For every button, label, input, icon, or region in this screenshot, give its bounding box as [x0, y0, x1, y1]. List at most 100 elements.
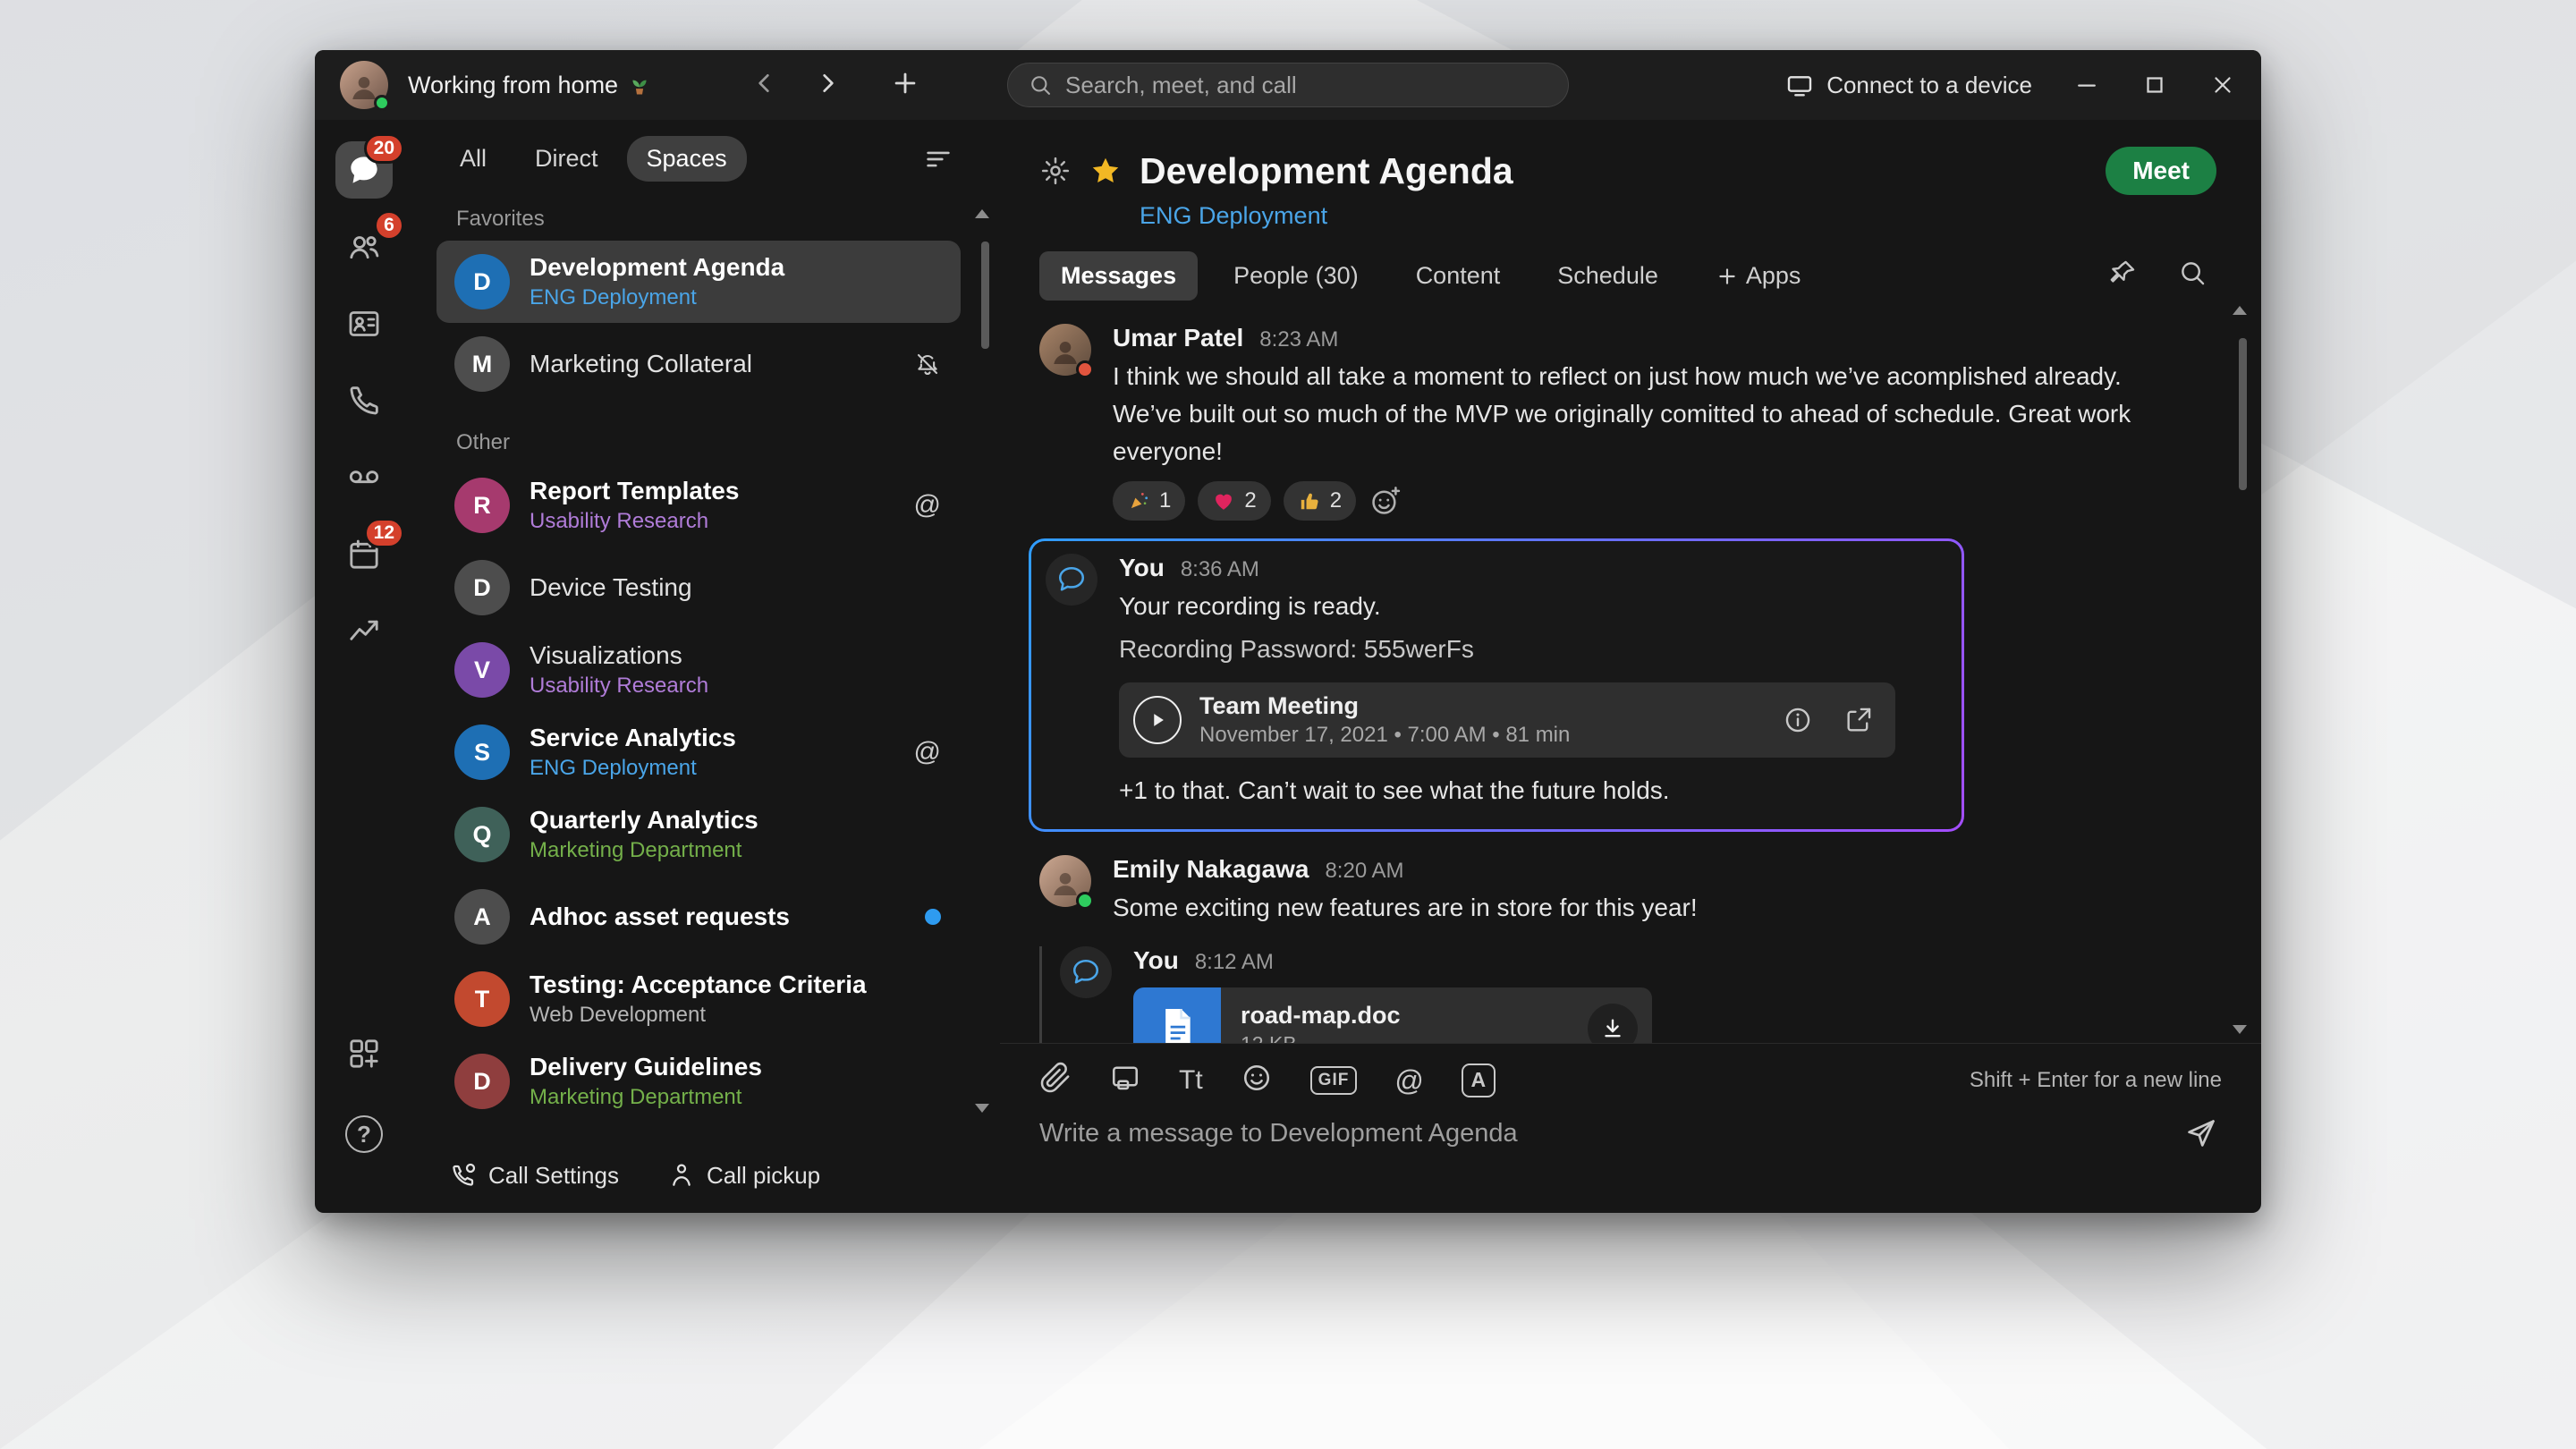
space-title: Development Agenda — [530, 253, 785, 281]
space-item-device-testing[interactable]: D Device Testing — [436, 547, 961, 629]
recording-ready-text: Your recording is ready. — [1119, 592, 1381, 620]
sidebar-scrollbar-thumb[interactable] — [981, 242, 989, 349]
space-item-testing-acceptance-criteria[interactable]: T Testing: Acceptance Criteria Web Devel… — [436, 958, 961, 1040]
space-title: Adhoc asset requests — [530, 902, 790, 930]
recording-share-button[interactable] — [1843, 705, 1874, 735]
back-icon[interactable] — [750, 69, 779, 102]
space-item-visualizations[interactable]: V Visualizations Usability Research — [436, 629, 961, 711]
reaction-heart[interactable]: 2 — [1198, 481, 1271, 521]
play-icon — [1154, 714, 1164, 726]
space-item-delivery-guidelines[interactable]: D Delivery Guidelines Marketing Departme… — [436, 1040, 961, 1123]
reaction-row: 1 2 2 — [1113, 481, 2154, 521]
space-item-development-agenda[interactable]: D Development Agenda ENG Deployment — [436, 241, 961, 323]
send-button[interactable] — [2184, 1116, 2218, 1150]
sidebar-scroll-down[interactable] — [975, 1104, 989, 1113]
maximize-button[interactable] — [2141, 72, 2168, 98]
rail-teams[interactable]: 6 — [335, 210, 404, 275]
play-button[interactable] — [1133, 696, 1182, 744]
rail-contacts[interactable] — [335, 295, 393, 352]
call-settings-button[interactable]: Call Settings — [449, 1161, 619, 1190]
file-attachment-card[interactable]: road-map.doc 12 KB — [1133, 987, 1652, 1043]
help-icon: ? — [345, 1115, 383, 1153]
favorite-star-icon[interactable] — [1089, 155, 1122, 187]
chat-bubble-avatar-icon — [1058, 566, 1085, 591]
followup-text: +1 to that. Can’t wait to see what the f… — [1119, 776, 1670, 804]
space-avatar: R — [454, 478, 510, 533]
recording-info-button[interactable] — [1783, 705, 1813, 735]
tab-schedule[interactable]: Schedule — [1536, 251, 1680, 301]
rail-meetings[interactable]: 12 — [335, 518, 404, 583]
team-link[interactable]: ENG Deployment — [1140, 202, 2261, 230]
rail-voicemail[interactable] — [335, 449, 393, 506]
presence-active-dot — [374, 95, 390, 111]
profile-avatar[interactable] — [340, 61, 390, 111]
tab-apps[interactable]: Apps — [1694, 251, 1823, 301]
messages-scrollbar-thumb[interactable] — [2239, 338, 2247, 490]
space-item-report-templates[interactable]: R Report Templates Usability Research @ — [436, 464, 961, 547]
presence-dnd-dot — [1076, 360, 1094, 378]
gif-icon[interactable]: GIF — [1309, 1065, 1358, 1095]
avatar-you-bot[interactable] — [1046, 554, 1097, 606]
recording-password-text: Recording Password: 555werFs — [1119, 635, 1474, 663]
text-style-icon[interactable]: A — [1461, 1063, 1496, 1097]
space-item-quarterly-analytics[interactable]: Q Quarterly Analytics Marketing Departme… — [436, 793, 961, 876]
filter-icon[interactable] — [923, 144, 953, 174]
space-item-service-analytics[interactable]: S Service Analytics ENG Deployment @ — [436, 711, 961, 793]
message-input[interactable]: Write a message to Development Agenda — [1039, 1119, 2184, 1148]
space-item-adhoc-asset-requests[interactable]: A Adhoc asset requests — [436, 876, 961, 958]
close-button[interactable] — [2209, 72, 2236, 98]
space-settings-gear-icon[interactable] — [1039, 155, 1072, 187]
message-author: You — [1133, 946, 1179, 974]
avatar-emily-nakagawa[interactable] — [1039, 855, 1094, 910]
tab-messages[interactable]: Messages — [1039, 251, 1199, 301]
apps-grid-icon — [350, 1039, 378, 1068]
tab-people[interactable]: People (30) — [1212, 251, 1380, 301]
tab-spaces[interactable]: Spaces — [626, 136, 747, 182]
new-space-plus-icon[interactable] — [890, 68, 920, 103]
messages-scroll-up[interactable] — [2233, 306, 2247, 315]
format-text-icon[interactable]: Tt — [1179, 1066, 1203, 1094]
space-subtitle: Usability Research — [530, 509, 709, 533]
minimize-button[interactable] — [2073, 72, 2100, 98]
mention-icon[interactable]: @ — [1394, 1066, 1423, 1095]
screen-capture-icon[interactable] — [1109, 1062, 1141, 1098]
global-search-bar[interactable] — [1007, 63, 1569, 107]
search-in-space-icon[interactable] — [2177, 258, 2207, 294]
rail-messaging[interactable]: 20 — [335, 133, 404, 199]
download-button[interactable] — [1588, 1004, 1638, 1043]
rail-apps[interactable] — [335, 1025, 393, 1082]
celebrate-icon — [1131, 493, 1148, 509]
rail-insights[interactable] — [335, 603, 393, 660]
tab-all[interactable]: All — [440, 136, 506, 182]
sidebar-scroll-up[interactable] — [975, 209, 989, 218]
connect-to-device-button[interactable]: Connect to a device — [1785, 71, 2032, 99]
avatar-you-bot[interactable] — [1060, 946, 1112, 998]
space-item-marketing-collateral[interactable]: M Marketing Collateral — [436, 323, 961, 405]
messages-scroll-down[interactable] — [2233, 1025, 2247, 1034]
add-reaction-button[interactable] — [1368, 484, 1402, 518]
message-time: 8:36 AM — [1180, 557, 1259, 581]
avatar-umar-patel[interactable] — [1039, 324, 1094, 378]
message-list[interactable]: Umar Patel 8:23 AM I think we should all… — [1000, 301, 2261, 1043]
presence-active-dot — [1076, 892, 1094, 910]
rail-help[interactable]: ? — [335, 1106, 393, 1163]
tab-direct[interactable]: Direct — [515, 136, 618, 182]
space-avatar: D — [454, 254, 510, 309]
emoji-icon[interactable] — [1241, 1062, 1273, 1098]
attachment-icon[interactable] — [1039, 1062, 1072, 1098]
newline-hint: Shift + Enter for a new line — [1969, 1067, 2222, 1092]
pin-icon[interactable] — [2107, 258, 2138, 294]
reaction-thumbs-up[interactable]: 2 — [1283, 481, 1357, 521]
space-avatar: Q — [454, 807, 510, 862]
reaction-celebrate[interactable]: 1 — [1113, 481, 1186, 521]
forward-icon[interactable] — [813, 69, 842, 102]
rail-calling[interactable] — [335, 372, 393, 429]
search-input[interactable] — [1065, 71, 1548, 99]
presence-status[interactable]: Working from home — [408, 72, 652, 99]
mention-icon: @ — [913, 490, 941, 520]
recording-meta: November 17, 2021 • 7:00 AM • 81 min — [1199, 723, 1571, 747]
call-pickup-button[interactable]: Call pickup — [667, 1161, 820, 1190]
tab-content[interactable]: Content — [1394, 251, 1522, 301]
voicemail-icon — [349, 470, 379, 484]
meet-button[interactable]: Meet — [2106, 147, 2216, 195]
